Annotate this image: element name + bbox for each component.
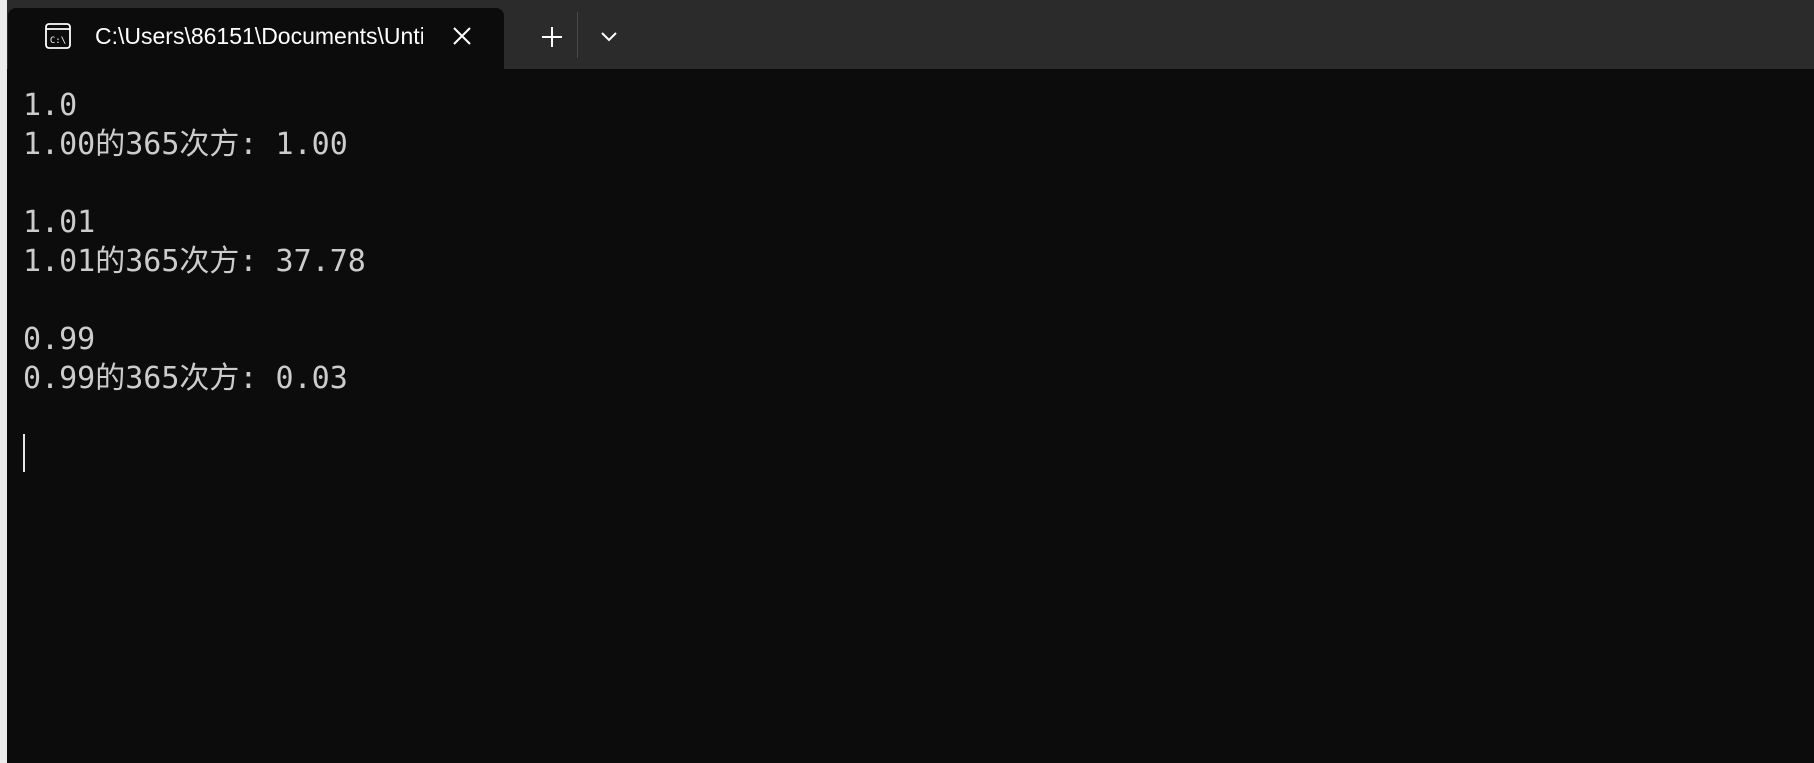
console-line: 0.99 [23,322,96,357]
console-line: 1.0 [23,88,78,123]
title-bar: C:\ C:\Users\86151\Documents\Untitled [7,0,1814,69]
console-line: 0.99的365次方: 0.03 [23,361,348,396]
console-output[interactable]: 1.0 1.00的365次方: 1.00 1.01 1.01的365次方: 37… [7,69,1814,763]
terminal-window: C:\ C:\Users\86151\Documents\Untitled 1.… [7,0,1814,763]
new-tab-button[interactable] [527,20,577,54]
tab-dropdown-button[interactable] [587,20,631,54]
text-cursor [23,434,25,472]
terminal-icon: C:\ [45,23,71,49]
plus-icon [542,27,562,47]
chevron-down-icon [601,32,617,42]
console-line: 1.00的365次方: 1.00 [23,127,348,162]
console-lines: 1.0 1.00的365次方: 1.00 1.01 1.01的365次方: 37… [23,86,366,398]
terminal-tab[interactable]: C:\ C:\Users\86151\Documents\Untitled [8,8,504,69]
console-line: 1.01 [23,205,96,240]
terminal-icon-text: C:\ [50,36,66,46]
close-icon[interactable] [450,24,474,48]
tab-title: C:\Users\86151\Documents\Untitled [95,23,423,49]
tab-separator [577,12,578,58]
console-line: 1.01的365次方: 37.78 [23,244,366,279]
